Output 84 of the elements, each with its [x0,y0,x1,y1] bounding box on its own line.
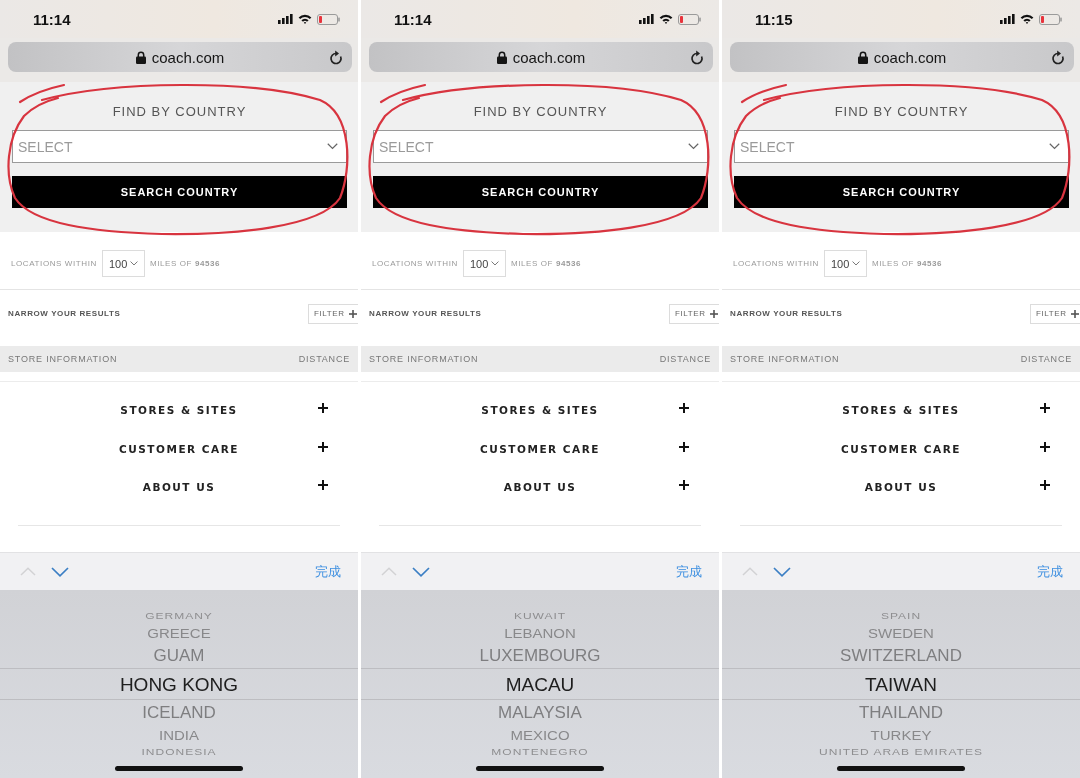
column-header: DISTANCE [1020,354,1072,364]
reload-icon[interactable] [329,49,343,65]
column-header: STORE INFORMATION [369,354,479,364]
footer-link[interactable]: CUSTOMER CARE [119,442,239,455]
column-header: STORE INFORMATION [730,354,840,364]
miles-text: MILES OF 94536 [510,259,582,268]
reload-icon[interactable] [1051,49,1065,65]
chevron-down-icon [851,261,860,266]
locations-label: LOCATIONS WITHIN [733,259,819,268]
footer-link[interactable]: STORES & SITES [120,404,238,417]
picker-option[interactable]: TAIWAN [865,674,937,694]
wifi-icon [659,14,673,24]
picker-option[interactable]: MACAU [505,674,575,694]
plus-icon[interactable] [1040,441,1050,452]
address-bar[interactable]: coach.com [8,42,352,72]
filter-button[interactable]: FILTER [669,303,719,324]
narrow-results-label: NARROW YOUR RESULTS [369,309,482,318]
plus-icon[interactable] [679,480,689,491]
lock-icon [496,50,507,64]
status-time: 11:15 [755,10,793,28]
url-text: coach.com [512,48,586,66]
plus-icon [1070,309,1079,318]
picker-option[interactable]: HONG KONG [119,674,239,694]
footer-link[interactable]: ABOUT US [142,481,216,494]
locations-label: LOCATIONS WITHIN [372,259,458,268]
section-heading: FIND BY COUNTRY [473,104,608,120]
signal-icon [1000,14,1015,24]
section-heading: FIND BY COUNTRY [834,104,969,120]
plus-icon [348,309,357,318]
section-heading: FIND BY COUNTRY [112,104,247,120]
radius-select[interactable]: 100 [462,250,506,277]
column-header: DISTANCE [298,354,350,364]
signal-icon [278,14,293,24]
address-bar[interactable]: coach.com [730,42,1074,72]
miles-text: MILES OF 94536 [871,259,943,268]
chevron-down-icon[interactable] [412,566,430,577]
footer-link[interactable]: ABOUT US [503,481,577,494]
battery-icon [678,13,701,25]
filter-button[interactable]: FILTER [308,303,358,324]
chevron-down-icon [688,143,699,150]
chevron-down-icon [327,143,338,150]
narrow-results-label: NARROW YOUR RESULTS [730,309,843,318]
plus-icon[interactable] [318,441,328,452]
plus-icon[interactable] [679,441,689,452]
plus-icon[interactable] [318,480,328,491]
lock-icon [857,50,868,64]
column-header: DISTANCE [659,354,711,364]
search-country-button[interactable]: SEARCH COUNTRY [12,176,347,208]
narrow-results-label: NARROW YOUR RESULTS [8,309,121,318]
radius-select[interactable]: 100 [101,250,145,277]
battery-icon [317,13,340,25]
wifi-icon [298,14,312,24]
plus-icon[interactable] [318,403,328,414]
lock-icon [135,50,146,64]
filter-button[interactable]: FILTER [1030,303,1080,324]
chevron-down-icon[interactable] [51,566,69,577]
url-text: coach.com [873,48,947,66]
footer-link[interactable]: ABOUT US [864,481,938,494]
chevron-down-icon [129,261,138,266]
signal-icon [639,14,654,24]
miles-text: MILES OF 94536 [149,259,221,268]
plus-icon [709,309,718,318]
address-bar[interactable]: coach.com [369,42,713,72]
battery-icon [1039,13,1062,25]
column-header: STORE INFORMATION [8,354,118,364]
chevron-down-icon[interactable] [773,566,791,577]
footer-link[interactable]: STORES & SITES [842,404,960,417]
footer-link[interactable]: CUSTOMER CARE [841,442,961,455]
chevron-down-icon [1049,143,1060,150]
footer-link[interactable]: CUSTOMER CARE [480,442,600,455]
wifi-icon [1020,14,1034,24]
search-country-button[interactable]: SEARCH COUNTRY [373,176,708,208]
reload-icon[interactable] [690,49,704,65]
plus-icon[interactable] [1040,480,1050,491]
search-country-button[interactable]: SEARCH COUNTRY [734,176,1069,208]
plus-icon[interactable] [1040,403,1050,414]
status-time: 11:14 [33,10,71,28]
locations-label: LOCATIONS WITHIN [11,259,97,268]
radius-select[interactable]: 100 [823,250,867,277]
plus-icon[interactable] [679,403,689,414]
chevron-down-icon [490,261,499,266]
footer-link[interactable]: STORES & SITES [481,404,599,417]
status-time: 11:14 [394,10,432,28]
url-text: coach.com [151,48,225,66]
